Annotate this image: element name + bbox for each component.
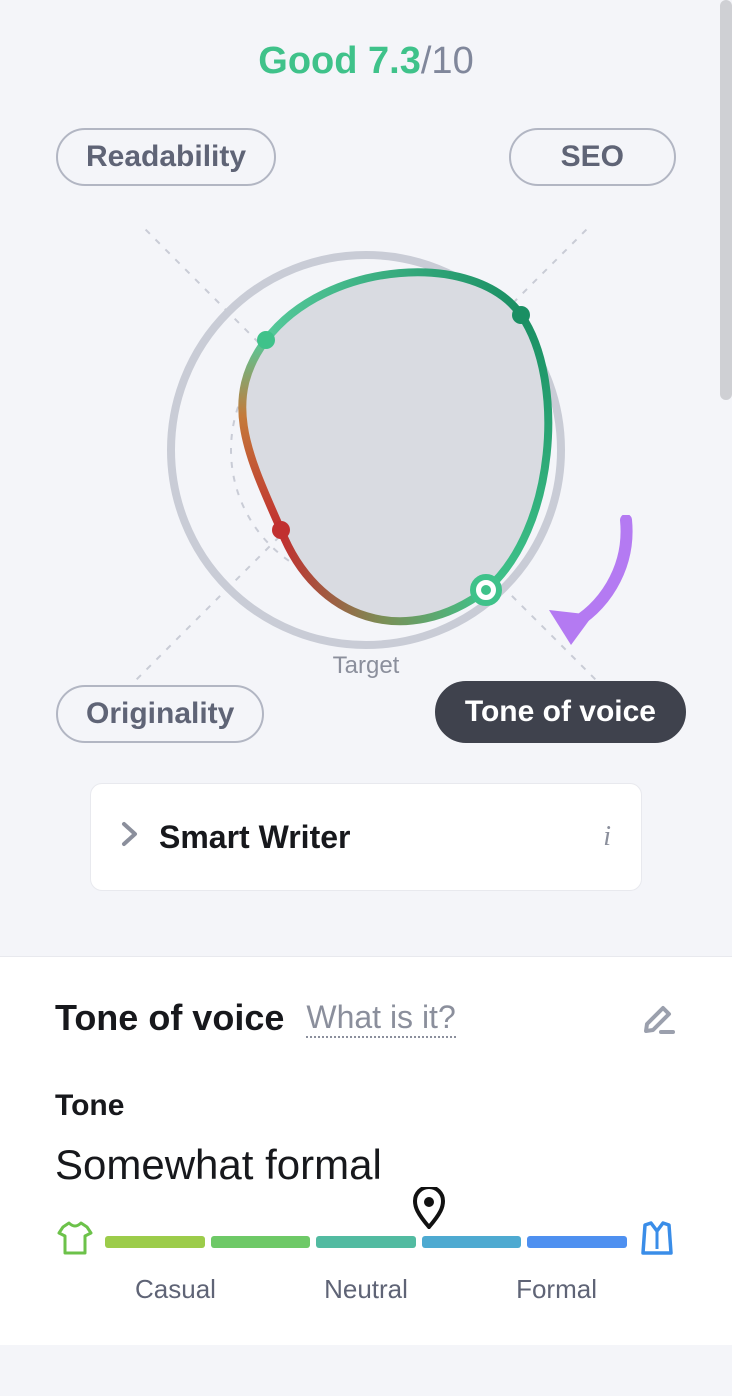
scale-label-formal: Formal (516, 1274, 597, 1305)
tshirt-icon (55, 1219, 95, 1264)
score-value: 7.3 (368, 40, 421, 82)
smart-writer-row[interactable]: Smart Writer i (90, 783, 642, 891)
target-label: Target (333, 652, 400, 679)
radar-chart-container: Readability SEO Originality Tone of voic… (56, 113, 676, 753)
radar-chart: Target (136, 225, 596, 705)
scale-labels: Casual Neutral Formal (105, 1274, 627, 1305)
score-word: Good (258, 40, 357, 82)
tone-value: Somewhat formal (55, 1141, 677, 1189)
tone-label: Tone (55, 1089, 677, 1123)
scale-seg-4 (422, 1236, 522, 1248)
chevron-right-icon (121, 821, 139, 854)
scale-track[interactable] (105, 1236, 627, 1248)
scrollbar[interactable] (720, 0, 732, 400)
tov-header: Tone of voice What is it? (55, 997, 677, 1039)
info-icon[interactable]: i (603, 821, 611, 853)
edit-icon[interactable] (641, 998, 677, 1039)
score-panel: Good 7.3/10 Readability SEO Originality … (0, 0, 732, 921)
what-is-it-link[interactable]: What is it? (306, 999, 455, 1038)
tone-of-voice-panel: Tone of voice What is it? Tone Somewhat … (0, 956, 732, 1345)
readability-pill[interactable]: Readability (56, 128, 276, 186)
score-max: /10 (421, 40, 474, 82)
scale-seg-5 (527, 1236, 627, 1248)
tone-scale (55, 1219, 677, 1264)
tov-title: Tone of voice (55, 997, 284, 1039)
scale-seg-2 (211, 1236, 311, 1248)
scale-label-casual: Casual (135, 1274, 216, 1305)
scale-seg-1 (105, 1236, 205, 1248)
smart-writer-label: Smart Writer (159, 819, 350, 856)
scale-label-neutral: Neutral (324, 1274, 408, 1305)
score-line: Good 7.3/10 (55, 40, 677, 83)
scale-seg-3 (316, 1236, 416, 1248)
seo-pill[interactable]: SEO (509, 128, 676, 186)
dress-shirt-icon (637, 1219, 677, 1264)
pin-icon[interactable] (412, 1187, 446, 1234)
